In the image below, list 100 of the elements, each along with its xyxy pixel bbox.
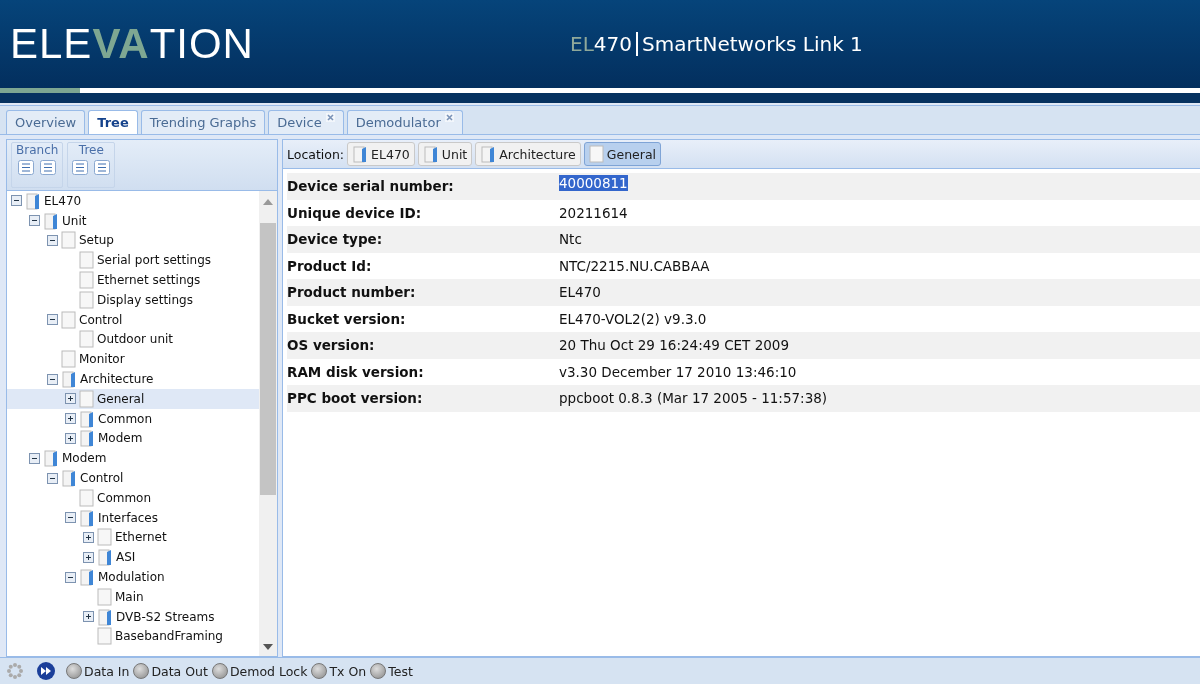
tree-item[interactable]: Architecture [7, 369, 259, 389]
page-icon [79, 488, 94, 507]
status-label: Data Out [151, 663, 208, 679]
page-icon [61, 231, 76, 250]
breadcrumb-button[interactable]: General [583, 142, 662, 166]
list-icon[interactable] [94, 160, 111, 175]
folder-icon [79, 568, 95, 587]
property-name: RAM disk version: [287, 363, 425, 380]
property-value: EL470 [559, 284, 601, 301]
page-icon [79, 330, 94, 349]
tree-item[interactable]: Ethernet settings [7, 270, 259, 290]
collapse-icon[interactable] [65, 571, 76, 583]
tree-item[interactable]: Common [7, 487, 259, 508]
tree-item[interactable]: Display settings [7, 290, 259, 310]
expand-all-icon[interactable] [18, 160, 35, 175]
expand-all-icon[interactable] [72, 160, 89, 175]
close-icon[interactable] [325, 113, 335, 122]
page-icon [61, 350, 76, 369]
page-icon [79, 389, 94, 408]
property-name: OS version: [287, 337, 376, 354]
tree-item[interactable]: Monitor [7, 349, 259, 370]
page-icon [79, 271, 94, 290]
property-name: Device type: [287, 231, 384, 248]
tab[interactable]: Tree [88, 110, 138, 134]
tree-item[interactable]: Control [7, 309, 259, 330]
folder-icon [61, 469, 77, 488]
breadcrumb-button[interactable]: Architecture [475, 142, 581, 166]
page-icon [97, 627, 112, 646]
collapse-icon[interactable] [47, 235, 58, 246]
property-value: v3.30 December 17 2010 13:46:10 [559, 363, 797, 380]
tree-item[interactable]: Modem [7, 448, 259, 469]
tree-item[interactable]: Common [7, 408, 259, 429]
tab[interactable]: Overview [6, 110, 86, 134]
tree-item[interactable]: BasebandFraming [7, 626, 259, 647]
fast-forward-icon[interactable] [36, 661, 56, 681]
folder-icon [97, 548, 113, 567]
folder-icon [422, 145, 439, 163]
logo: ELEVATION [10, 19, 255, 69]
collapse-icon[interactable] [65, 512, 76, 524]
tree-item[interactable]: Interfaces [7, 507, 259, 528]
product-name: EL470 [570, 32, 638, 56]
collapse-icon[interactable] [47, 373, 58, 385]
expand-icon[interactable] [65, 413, 76, 425]
breadcrumb-button[interactable]: Unit [417, 142, 473, 166]
collapse-icon[interactable] [47, 314, 58, 326]
expand-icon[interactable] [65, 432, 76, 444]
tree-item[interactable]: General [7, 388, 259, 409]
group-label: Tree [78, 143, 104, 157]
property-value: ppcboot 0.8.3 (Mar 17 2005 - 11:57:38) [559, 390, 828, 407]
tree-item[interactable]: Unit [7, 210, 259, 231]
tree-item[interactable]: Ethernet [7, 527, 259, 548]
property-name: Product Id: [287, 257, 373, 274]
status-label: Data In [84, 663, 130, 679]
folder-icon [79, 429, 95, 448]
status-label: Tx On [329, 663, 367, 679]
folder-icon [43, 449, 59, 468]
close-icon[interactable] [444, 113, 454, 122]
page-icon [97, 528, 112, 547]
group-label: Branch [16, 143, 59, 157]
spinner-icon [6, 662, 24, 680]
tree-item[interactable]: EL470 [7, 191, 259, 211]
tab[interactable]: Trending Graphs [140, 110, 266, 134]
tree-item[interactable]: Setup [7, 230, 259, 251]
folder-icon [97, 607, 113, 626]
property-name: Unique device ID: [287, 204, 423, 221]
collapse-icon[interactable] [29, 452, 40, 464]
page-icon [79, 251, 94, 270]
tree-item[interactable]: ASI [7, 547, 259, 568]
collapse-icon[interactable] [47, 472, 58, 484]
property-value: Ntc [559, 231, 582, 248]
list-icon[interactable] [40, 160, 57, 175]
tree-item[interactable]: DVB-S2 Streams [7, 606, 259, 627]
scroll-down-icon[interactable] [263, 644, 273, 650]
expand-icon[interactable] [83, 611, 94, 623]
breadcrumb-button[interactable]: EL470 [347, 142, 415, 166]
folder-icon [352, 145, 369, 163]
property-value: 40000811 [559, 175, 628, 191]
tree-item[interactable]: Serial port settings [7, 250, 259, 271]
property-name: PPC boot version: [287, 390, 424, 407]
property-name: Device serial number: [287, 178, 455, 195]
tree-item[interactable]: Modem [7, 428, 259, 449]
expand-icon[interactable] [83, 531, 94, 543]
tree-item[interactable]: Outdoor unit [7, 329, 259, 350]
scrollbar[interactable] [259, 191, 277, 656]
expand-icon[interactable] [83, 551, 94, 563]
page-icon [97, 587, 112, 606]
tree-item[interactable]: Main [7, 586, 259, 607]
status-label: Demod Lock [229, 663, 308, 679]
folder-icon [25, 191, 41, 210]
collapse-icon[interactable] [11, 195, 22, 207]
tree-item[interactable]: Control [7, 468, 259, 488]
tab[interactable]: Device [268, 110, 344, 134]
expand-icon[interactable] [65, 393, 76, 405]
page-icon [61, 310, 76, 329]
property-value: 20 Thu Oct 29 16:24:49 CET 2009 [559, 337, 789, 354]
property-value: NTC/2215.NU.CABBAA [559, 257, 710, 274]
tab[interactable]: Demodulator [346, 110, 463, 134]
tree-item[interactable]: Modulation [7, 567, 259, 587]
collapse-icon[interactable] [29, 215, 40, 227]
property-value: EL470-VOL2(2) v9.3.0 [559, 310, 707, 327]
